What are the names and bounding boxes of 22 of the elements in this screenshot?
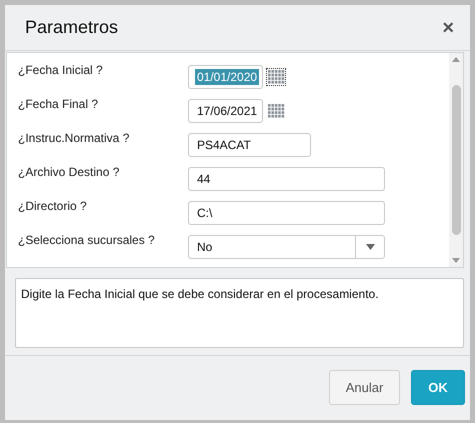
close-button[interactable]: × [442,18,454,38]
field-label: ¿Archivo Destino ? [18,164,120,181]
dialog-title: Parametros [25,17,118,38]
scroll-down-icon[interactable] [452,258,460,263]
help-text: Digite la Fecha Inicial que se debe considerar en el procesamiento. [15,278,464,348]
field-label: ¿Selecciona sucursales ? [18,232,156,249]
input-field[interactable]: 44 [188,167,385,191]
calendar-icon[interactable] [267,69,285,85]
date-field[interactable]: 17/06/2021 [188,99,263,123]
field-label: ¿Instruc.Normativa ? [18,130,130,147]
dropdown-icon [366,244,374,250]
input-field[interactable]: PS4ACAT [188,133,311,157]
select-field[interactable]: No [188,235,385,259]
cancel-button[interactable]: Anular [329,370,400,404]
calendar-icon[interactable] [267,103,285,119]
field-label: ¿Fecha Inicial ? [18,62,104,79]
input-field[interactable]: C:\ [188,201,385,225]
scrollbar[interactable] [449,53,463,267]
date-field[interactable]: 01/01/2020 [188,65,263,89]
field-label: ¿Fecha Final ? [18,96,100,113]
scroll-up-icon[interactable] [452,57,460,62]
field-label: ¿Directorio ? [18,198,88,215]
